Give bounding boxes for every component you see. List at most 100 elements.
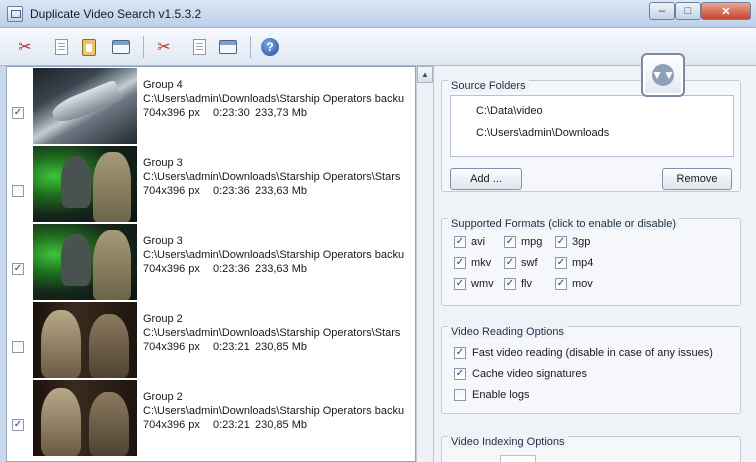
video-thumbnail [33, 68, 137, 144]
video-thumbnail [33, 380, 137, 456]
toolbar-new-button[interactable] [50, 36, 72, 58]
list-item[interactable]: ✓ Group 2 C:\Users\admin\Downloads\Stars… [7, 379, 415, 457]
format-avi[interactable]: ✓ avi [454, 236, 485, 248]
row-checkbox[interactable]: ✓ [12, 107, 24, 119]
toolbar-window-button[interactable] [110, 36, 132, 58]
format-checkbox[interactable]: ✓ [454, 257, 466, 269]
format-checkbox[interactable]: ✓ [555, 257, 567, 269]
video-meta: 704x396 px 0:23:21 230,85 Mb [143, 419, 307, 431]
duration: 0:23:21 [213, 341, 250, 353]
file-size: 233,73 Mb [255, 107, 307, 119]
format-checkbox[interactable]: ✓ [555, 236, 567, 248]
collapse-panel-button[interactable]: ▼▼ [641, 53, 685, 97]
format-swf[interactable]: ✓ swf [504, 257, 538, 269]
title-bar: Duplicate Video Search v1.5.3.2 – □ ✕ [0, 0, 756, 28]
video-thumbnail [33, 224, 137, 300]
duration: 0:23:36 [213, 263, 250, 275]
file-path: C:\Users\admin\Downloads\Starship Operat… [143, 405, 405, 417]
page-icon [54, 39, 68, 55]
format-flv[interactable]: ✓ flv [504, 278, 532, 290]
video-indexing-options-title: Video Indexing Options [448, 436, 568, 448]
list-item[interactable]: Group 3 C:\Users\admin\Downloads\Starshi… [7, 145, 415, 223]
list-item[interactable]: Group 2 C:\Users\admin\Downloads\Starshi… [7, 301, 415, 379]
help-icon: ? [261, 38, 279, 56]
format-mkv[interactable]: ✓ mkv [454, 257, 491, 269]
row-checkbox[interactable] [12, 341, 24, 353]
toolbar-cut-button[interactable]: ✂ [14, 36, 36, 58]
format-3gp[interactable]: ✓ 3gp [555, 236, 590, 248]
list-item[interactable]: ✓ Group 4 C:\Users\admin\Downloads\Stars… [7, 67, 415, 145]
fast-video-reading-option[interactable]: ✓ Fast video reading (disable in case of … [454, 347, 713, 359]
remove-folder-button[interactable]: Remove [662, 168, 732, 190]
group-label: Group 2 [143, 313, 183, 325]
duration: 0:23:30 [213, 107, 250, 119]
enable-logs-checkbox[interactable] [454, 389, 466, 401]
add-folder-button[interactable]: Add ... [450, 168, 522, 190]
results-list[interactable]: ✓ Group 4 C:\Users\admin\Downloads\Stars… [6, 66, 416, 462]
source-folders-list[interactable]: C:\Data\video C:\Users\admin\Downloads [450, 95, 734, 157]
video-meta: 704x396 px 0:23:36 233,63 Mb [143, 185, 307, 197]
window-icon [219, 40, 237, 54]
resolution: 704x396 px [143, 419, 200, 431]
toolbar-help-button[interactable]: ? [259, 36, 281, 58]
video-reading-options-group: Video Reading Options ✓ Fast video readin… [441, 326, 741, 414]
format-checkbox[interactable]: ✓ [555, 278, 567, 290]
format-checkbox[interactable]: ✓ [454, 236, 466, 248]
toolbar-window-2-button[interactable] [217, 36, 239, 58]
video-indexing-options-group: Video Indexing Options [441, 436, 741, 462]
list-scrollbar[interactable]: ▲ [416, 66, 433, 462]
enable-logs-option[interactable]: Enable logs [454, 389, 530, 401]
format-checkbox[interactable]: ✓ [504, 257, 516, 269]
source-folders-group: Source Folders C:\Data\video C:\Users\ad… [441, 80, 741, 192]
cache-signatures-checkbox[interactable]: ✓ [454, 368, 466, 380]
file-size: 233,63 Mb [255, 263, 307, 275]
row-checkbox[interactable]: ✓ [12, 419, 24, 431]
list-item[interactable]: ✓ Group 3 C:\Users\admin\Downloads\Stars… [7, 223, 415, 301]
group-label: Group 3 [143, 235, 183, 247]
format-wmv[interactable]: ✓ wmv [454, 278, 494, 290]
file-size: 230,85 Mb [255, 341, 307, 353]
resolution: 704x396 px [143, 185, 200, 197]
fast-video-reading-checkbox[interactable]: ✓ [454, 347, 466, 359]
duration: 0:23:21 [213, 419, 250, 431]
duration: 0:23:36 [213, 185, 250, 197]
window-icon [112, 40, 130, 54]
format-checkbox[interactable]: ✓ [504, 236, 516, 248]
folder-item[interactable]: C:\Users\admin\Downloads [476, 127, 609, 139]
row-checkbox[interactable] [12, 185, 24, 197]
group-label: Group 2 [143, 391, 183, 403]
format-mp4[interactable]: ✓ mp4 [555, 257, 593, 269]
folder-item[interactable]: C:\Data\video [476, 105, 543, 117]
group-label: Group 4 [143, 79, 183, 91]
format-mpg[interactable]: ✓ mpg [504, 236, 542, 248]
scroll-up-button[interactable]: ▲ [417, 66, 433, 83]
options-panel: Source Folders C:\Data\video C:\Users\ad… [433, 66, 756, 462]
file-size: 233,63 Mb [255, 185, 307, 197]
format-checkbox[interactable]: ✓ [454, 278, 466, 290]
file-path: C:\Users\admin\Downloads\Starship Operat… [143, 327, 401, 339]
scissors-icon: ✂ [18, 39, 32, 56]
close-button[interactable]: ✕ [701, 2, 751, 20]
row-checkbox[interactable]: ✓ [12, 263, 24, 275]
supported-formats-group: Supported Formats (click to enable or di… [441, 218, 741, 306]
resolution: 704x396 px [143, 341, 200, 353]
resolution: 704x396 px [143, 263, 200, 275]
toolbar-paste-button[interactable] [78, 36, 100, 58]
toolbar-separator [143, 36, 144, 58]
minimize-button[interactable]: – [649, 2, 675, 20]
video-meta: 704x396 px 0:23:36 233,63 Mb [143, 263, 307, 275]
file-path: C:\Users\admin\Downloads\Starship Operat… [143, 171, 401, 183]
format-checkbox[interactable]: ✓ [504, 278, 516, 290]
toolbar-cut-selected-button[interactable]: ✂ [153, 36, 175, 58]
video-thumbnail [33, 146, 137, 222]
scissors-icon: ✂ [157, 39, 171, 56]
file-path: C:\Users\admin\Downloads\Starship Operat… [143, 249, 405, 261]
format-mov[interactable]: ✓ mov [555, 278, 593, 290]
resolution: 704x396 px [143, 107, 200, 119]
maximize-button[interactable]: □ [675, 2, 701, 20]
cache-signatures-option[interactable]: ✓ Cache video signatures [454, 368, 587, 380]
indexing-value-field[interactable] [500, 455, 536, 462]
page-icon [192, 39, 206, 55]
video-meta: 704x396 px 0:23:30 233,73 Mb [143, 107, 307, 119]
toolbar-copy-button[interactable] [188, 36, 210, 58]
